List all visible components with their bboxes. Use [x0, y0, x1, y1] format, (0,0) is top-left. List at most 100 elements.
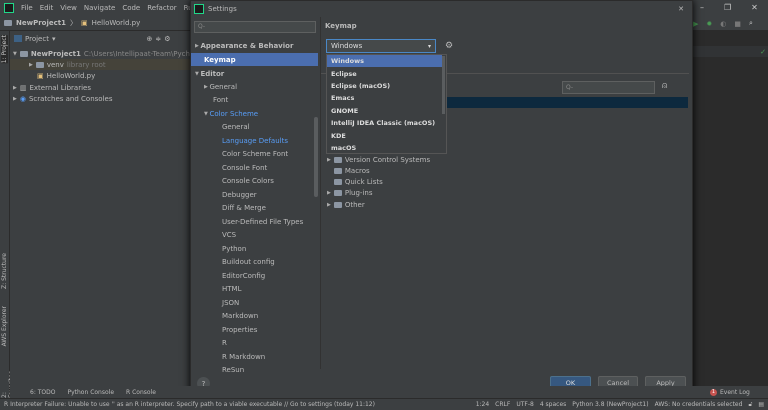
nav-color-scheme-item[interactable]: VCS: [191, 229, 315, 242]
nav-color-scheme-item[interactable]: Buildout config: [191, 256, 315, 269]
menu-edit[interactable]: Edit: [40, 4, 54, 12]
menu-code[interactable]: Code: [122, 4, 140, 12]
find-shortcut-icon[interactable]: ⍝: [662, 81, 667, 91]
caret-position[interactable]: 1:24: [476, 401, 489, 408]
nav-color-scheme-item[interactable]: Python: [191, 242, 315, 255]
aws-credentials[interactable]: AWS: No credentials selected: [655, 401, 743, 408]
chevron-down-icon[interactable]: ▾: [52, 35, 56, 43]
nav-general[interactable]: ▶ General: [191, 80, 315, 93]
tree-item-scratches[interactable]: ▶ ◉ Scratches and Consoles: [13, 93, 112, 104]
tree-label: HelloWorld.py: [46, 71, 96, 80]
tree-label: venv: [46, 60, 64, 69]
status-message[interactable]: R Interpreter Failure: Unable to use '' …: [4, 401, 375, 408]
coverage-icon[interactable]: ◐: [720, 20, 726, 28]
tree-item-helloworld[interactable]: ▣ HelloWorld.py: [37, 70, 95, 81]
keymap-tree-item[interactable]: ▶Quick Lists: [327, 177, 383, 188]
r-console-tab[interactable]: R Console: [126, 389, 156, 396]
tab-aws-explorer[interactable]: AWS Explorer: [1, 306, 8, 346]
settings-dialog: Settings ✕ Q- ▶ Appearance & Behavior Ke…: [190, 0, 693, 396]
run-icon[interactable]: ▶: [693, 20, 698, 28]
menu-navigate[interactable]: Navigate: [84, 4, 115, 12]
keymap-tree-item[interactable]: ▶ Other: [327, 199, 365, 210]
keymap-tree-item[interactable]: ▶Macros: [327, 165, 370, 176]
nav-color-scheme-item[interactable]: User-Defined File Types: [191, 215, 315, 228]
tree-item-venv[interactable]: ▶ venv library root: [10, 59, 190, 70]
chevron-right-icon: 〉: [69, 19, 77, 27]
collapse-icon[interactable]: ≑: [155, 35, 161, 43]
nav-color-scheme-item[interactable]: R: [191, 337, 315, 350]
keymap-option[interactable]: GNOME: [327, 105, 442, 117]
nav-color-scheme-item[interactable]: Language Defaults: [191, 134, 315, 147]
folder-icon: [4, 20, 12, 26]
event-log-button[interactable]: 1 Event Log: [710, 388, 750, 396]
tree-item-project[interactable]: ▼ NewProject1 C:\Users\Intellipaat-Team\Py…: [13, 48, 208, 59]
nav-font[interactable]: Font: [191, 93, 315, 106]
dropdown-scrollbar[interactable]: [442, 56, 445, 114]
expand-icon[interactable]: ▶: [327, 157, 331, 163]
keymap-tree-item[interactable]: ▶ Plug-ins: [327, 188, 372, 199]
action-search-input[interactable]: Q-: [562, 81, 655, 94]
nav-color-scheme-item[interactable]: EditorConfig: [191, 269, 315, 282]
nav-color-scheme-item[interactable]: Markdown: [191, 310, 315, 323]
python-console-tab[interactable]: Python Console: [67, 389, 114, 396]
nav-color-scheme-item[interactable]: HTML: [191, 283, 315, 296]
nav-keymap[interactable]: Keymap: [191, 53, 318, 66]
nav-color-scheme-item[interactable]: Debugger: [191, 188, 315, 201]
minimize-icon[interactable]: –: [700, 3, 704, 12]
indent[interactable]: 4 spaces: [540, 401, 566, 408]
gear-icon[interactable]: ⚙: [445, 41, 453, 51]
expand-icon[interactable]: ▶: [327, 202, 331, 208]
tree-item-external-libraries[interactable]: ▶ ▥ External Libraries: [13, 82, 91, 93]
interpreter[interactable]: Python 3.8 (NewProject1): [572, 401, 648, 408]
lock-icon[interactable]: 🔓︎: [748, 401, 752, 409]
nav-color-scheme-item[interactable]: R Markdown: [191, 350, 315, 363]
menu-refactor[interactable]: Refactor: [147, 4, 176, 12]
nav-color-scheme-item[interactable]: Color Scheme Font: [191, 148, 315, 161]
todo-tab[interactable]: 6: TODO: [30, 389, 55, 396]
keymap-option[interactable]: Windows: [327, 55, 442, 68]
keymap-option[interactable]: KDE: [327, 129, 442, 141]
search-icon[interactable]: ⌕: [749, 19, 753, 28]
keymap-option[interactable]: Eclipse: [327, 67, 442, 79]
nav-color-scheme-item[interactable]: Console Font: [191, 161, 315, 174]
project-view-select[interactable]: Project: [25, 35, 49, 43]
tab-project[interactable]: 1: Project: [1, 35, 8, 64]
nav-color-scheme-item[interactable]: Properties: [191, 323, 315, 336]
keymap-tree-item[interactable]: ▶ Version Control Systems: [327, 154, 430, 165]
nav-scrollbar[interactable]: [314, 117, 318, 197]
close-icon[interactable]: ✕: [678, 5, 684, 13]
nav-color-scheme-item[interactable]: General: [191, 121, 315, 134]
nav-color-scheme-item[interactable]: Diff & Merge: [191, 202, 315, 215]
maximize-icon[interactable]: ❐: [724, 3, 731, 12]
keymap-option[interactable]: Eclipse (macOS): [327, 80, 442, 92]
debug-icon[interactable]: ✹: [706, 20, 712, 28]
nav-color-scheme-item[interactable]: JSON: [191, 296, 315, 309]
stop-icon[interactable]: ■: [734, 20, 741, 28]
gear-icon[interactable]: ⚙: [164, 35, 170, 43]
nav-label: General: [209, 82, 238, 91]
keymap-option[interactable]: IntelliJ IDEA Classic (macOS): [327, 117, 442, 129]
tab-structure[interactable]: Z: Structure: [1, 253, 8, 289]
breadcrumb-file[interactable]: HelloWorld.py: [92, 19, 141, 27]
keymap-select[interactable]: Windows ▾: [326, 39, 436, 53]
editor-area[interactable]: ✓: [693, 46, 768, 386]
keymap-option[interactable]: macOS: [327, 142, 442, 154]
keymap-option[interactable]: Emacs: [327, 92, 442, 104]
menu-file[interactable]: File: [21, 4, 33, 12]
library-icon: ▥: [19, 83, 27, 92]
breadcrumb-project[interactable]: NewProject1: [16, 19, 66, 27]
nav-color-scheme-item[interactable]: Console Colors: [191, 175, 315, 188]
locate-icon[interactable]: ⊕: [146, 35, 152, 43]
menu-view[interactable]: View: [60, 4, 77, 12]
nav-editor[interactable]: ▼ Editor: [191, 67, 315, 80]
nav-color-scheme[interactable]: ▼ Color Scheme: [191, 107, 315, 120]
encoding[interactable]: UTF-8: [516, 401, 534, 408]
close-icon[interactable]: ✕: [751, 3, 758, 12]
tree-note: library root: [66, 60, 106, 69]
settings-search-input[interactable]: Q-: [194, 21, 316, 33]
expand-icon[interactable]: ▶: [327, 190, 331, 196]
nav-color-scheme-item[interactable]: ReSun: [191, 364, 315, 377]
memory-icon[interactable]: ▤: [758, 401, 768, 408]
line-separator[interactable]: CRLF: [495, 401, 510, 408]
nav-appearance[interactable]: ▶ Appearance & Behavior: [191, 39, 315, 52]
